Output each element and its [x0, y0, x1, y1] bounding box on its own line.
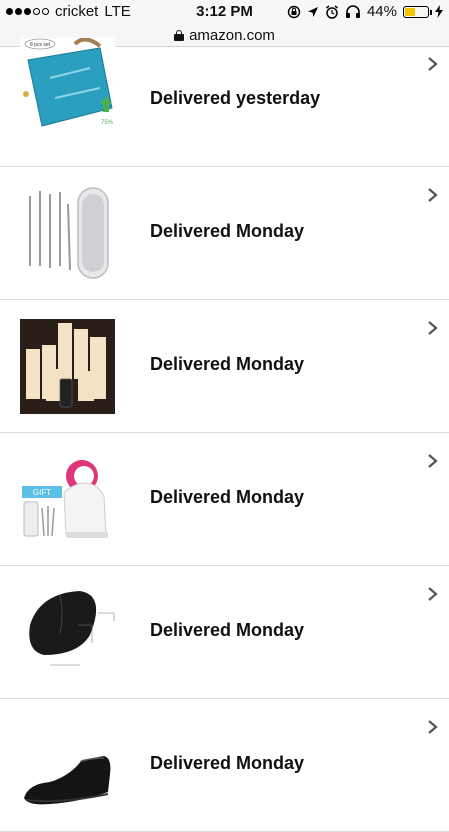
leather-shoe-image	[20, 718, 115, 813]
svg-text:GIFT: GIFT	[33, 488, 51, 497]
chevron-right-icon[interactable]	[425, 56, 441, 72]
chevron-right-icon[interactable]	[425, 453, 441, 469]
delivery-status: Delivered Monday	[150, 221, 305, 241]
rotation-lock-icon	[287, 5, 301, 18]
storage-bag-image: 8 pcs set 75%	[20, 38, 115, 133]
blackhead-tool-kit-image	[20, 186, 115, 281]
battery-percent: 44%	[366, 3, 397, 20]
svg-text:75%: 75%	[101, 120, 114, 126]
order-row[interactable]: Delivered Monday	[0, 566, 449, 699]
order-row[interactable]: Delivered Monday	[0, 300, 449, 433]
wireless-mouse-image	[20, 585, 115, 680]
order-row[interactable]: 8 pcs set 75% Delivered yesterday	[0, 34, 449, 167]
chevron-right-icon[interactable]	[425, 586, 441, 602]
charging-bolt-icon	[435, 5, 443, 18]
alarm-icon	[326, 4, 338, 19]
delivery-status: Delivered Monday	[150, 487, 305, 507]
status-right: 44%	[287, 3, 443, 20]
status-bar: cricket LTE 3:12 PM 44%	[0, 0, 449, 24]
headphones-icon	[345, 4, 360, 18]
location-arrow-icon	[307, 6, 318, 17]
chevron-right-icon[interactable]	[425, 719, 441, 735]
order-list: 8 pcs set 75% Delivered yesterday Delive…	[0, 34, 449, 832]
delivery-status: Delivered yesterday	[150, 88, 321, 108]
delivery-status: Delivered Monday	[150, 753, 305, 773]
battery-icon	[403, 5, 432, 18]
delivery-status: Delivered Monday	[150, 620, 305, 640]
order-row[interactable]: Delivered Monday	[0, 167, 449, 300]
facial-steamer-image: GIFT	[20, 452, 115, 547]
chevron-right-icon[interactable]	[425, 320, 441, 336]
delivery-status: Delivered Monday	[150, 354, 305, 374]
order-row[interactable]: GIFT Delivered Monday	[0, 433, 449, 566]
flameless-candles-image	[20, 319, 115, 414]
svg-text:8 pcs set: 8 pcs set	[30, 42, 51, 48]
order-row[interactable]: Delivered Monday	[0, 699, 449, 832]
chevron-right-icon[interactable]	[425, 187, 441, 203]
